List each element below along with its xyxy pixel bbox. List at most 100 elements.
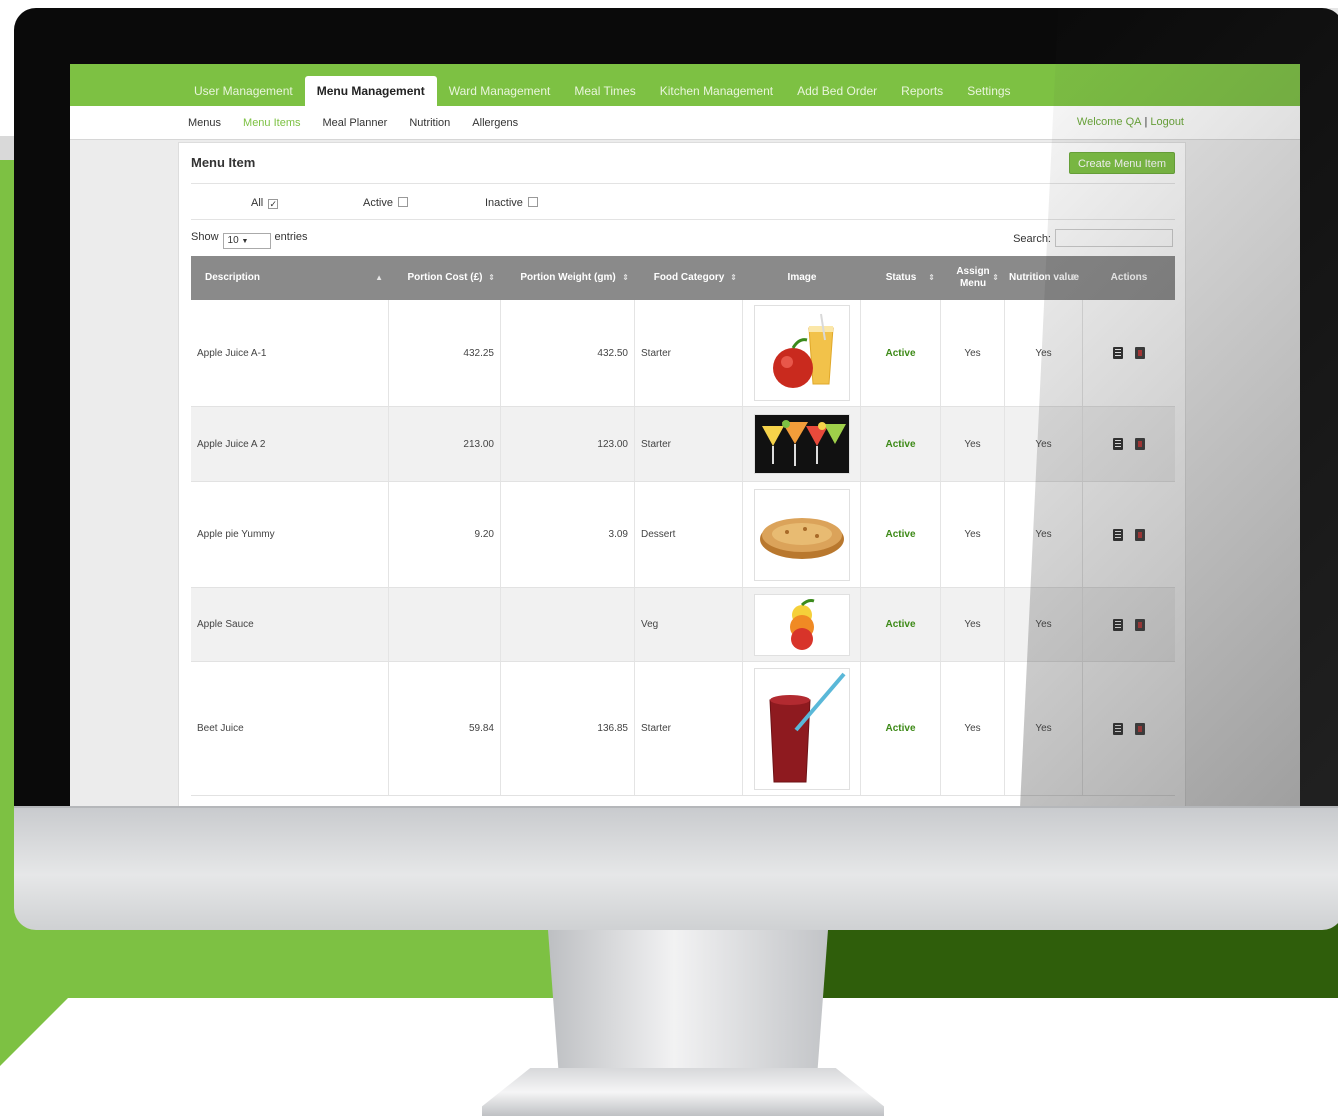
delete-icon[interactable]: [1135, 722, 1145, 735]
subnav-allergens[interactable]: Allergens: [472, 117, 518, 129]
cell-food-category: Starter: [635, 662, 743, 795]
apple-pie-icon: [759, 517, 844, 559]
cell-portion-weight: [501, 588, 635, 661]
header-portion-weight[interactable]: Portion Weight (gm) ⇕: [501, 256, 635, 300]
filter-active-label: Active: [363, 197, 393, 209]
entries-label: entries: [274, 231, 308, 243]
table-row[interactable]: Apple Juice A 2 213.00 123.00 Starter Ac…: [191, 407, 1175, 482]
cell-actions: [1083, 407, 1175, 481]
menu-item-panel: Menu Item Create Menu Item All ✓ Active I…: [178, 142, 1186, 806]
header-food-category[interactable]: Food Category ⇕: [635, 256, 743, 300]
cell-assign-menu: Yes: [941, 407, 1005, 481]
cocktails-image: [753, 414, 850, 474]
tab-add-bed-order[interactable]: Add Bed Order: [785, 76, 889, 106]
edit-icon[interactable]: [1113, 528, 1123, 541]
apple-juice-image: [753, 305, 850, 401]
cell-food-category: Starter: [635, 300, 743, 406]
cell-portion-cost: [389, 588, 501, 661]
cell-portion-cost: 59.84: [389, 662, 501, 795]
filter-inactive-checkbox[interactable]: [527, 197, 538, 207]
apple-pie-image: [753, 488, 850, 581]
cell-nutrition: Yes: [1005, 300, 1083, 406]
chevron-down-icon: ▼: [241, 238, 249, 245]
header-actions: Actions: [1083, 256, 1175, 300]
header-status[interactable]: Status ⇕: [861, 256, 941, 300]
sort-icon: ⇕: [488, 273, 495, 282]
cell-image: [743, 407, 861, 481]
edit-icon[interactable]: [1113, 618, 1123, 631]
table-row[interactable]: Apple Juice A-1 432.25 432.50 Starter Ac…: [191, 300, 1175, 407]
status-badge: Active: [885, 619, 916, 630]
background-green-slash: [0, 996, 70, 1066]
tab-kitchen-management[interactable]: Kitchen Management: [648, 76, 785, 106]
tab-menu-management[interactable]: Menu Management: [304, 76, 437, 106]
sort-icon: ⇕: [928, 273, 935, 282]
subnav-nutrition[interactable]: Nutrition: [409, 117, 450, 129]
delete-icon[interactable]: [1135, 438, 1145, 450]
table-row[interactable]: Apple pie Yummy 9.20 3.09 Dessert Active…: [191, 482, 1175, 588]
top-navigation: User Management Menu Management Ward Man…: [70, 64, 1300, 106]
status-filters: All ✓ Active Inactive: [191, 193, 1175, 217]
header-nutrition-value[interactable]: Nutrition value ⇕: [1005, 256, 1083, 300]
edit-icon[interactable]: [1113, 347, 1123, 359]
header-assign-menu[interactable]: Assign Menu ⇕: [941, 256, 1005, 300]
cell-status: Active: [861, 588, 941, 661]
status-badge: Active: [885, 529, 916, 540]
cell-portion-weight: 123.00: [501, 407, 635, 481]
filter-active[interactable]: Active: [363, 197, 408, 209]
cell-image: [743, 588, 861, 661]
header-nutrition-value-label: Nutrition value: [1009, 272, 1080, 283]
cell-description: Apple Sauce: [191, 588, 389, 661]
sort-asc-icon: ▲: [375, 273, 383, 282]
table-row[interactable]: Apple Sauce Veg Active Yes Yes: [191, 588, 1175, 662]
menu-items-table: Description ▲ Portion Cost (£) ⇕ Portion W…: [191, 256, 1175, 796]
edit-icon[interactable]: [1113, 438, 1123, 450]
cell-nutrition: Yes: [1005, 662, 1083, 795]
search-area: Search:: [1013, 229, 1173, 247]
table-row[interactable]: Beet Juice 59.84 136.85 Starter Active Y…: [191, 662, 1175, 796]
cell-assign-menu: Yes: [941, 300, 1005, 406]
cell-portion-cost: 9.20: [389, 482, 501, 587]
tab-settings[interactable]: Settings: [955, 76, 1022, 106]
entries-select[interactable]: 10 ▼: [222, 233, 271, 249]
cell-description: Apple pie Yummy: [191, 482, 389, 587]
filter-active-checkbox[interactable]: [397, 197, 408, 207]
cell-assign-menu: Yes: [941, 588, 1005, 661]
header-description[interactable]: Description ▲: [191, 256, 389, 300]
cell-actions: [1083, 300, 1175, 406]
edit-icon[interactable]: [1113, 722, 1123, 735]
apple-juice-icon: [772, 313, 834, 388]
cell-nutrition: Yes: [1005, 588, 1083, 661]
subnav-menus[interactable]: Menus: [188, 117, 221, 129]
sort-icon: ⇕: [1070, 273, 1077, 282]
delete-icon[interactable]: [1135, 347, 1145, 359]
cell-status: Active: [861, 407, 941, 481]
delete-icon[interactable]: [1135, 528, 1145, 541]
subnav-meal-planner[interactable]: Meal Planner: [323, 117, 388, 129]
tab-meal-times[interactable]: Meal Times: [562, 76, 647, 106]
filter-all[interactable]: All ✓: [251, 197, 279, 209]
header-portion-cost[interactable]: Portion Cost (£) ⇕: [389, 256, 501, 300]
cell-status: Active: [861, 300, 941, 406]
cell-assign-menu: Yes: [941, 662, 1005, 795]
search-input[interactable]: [1055, 229, 1173, 247]
tab-reports[interactable]: Reports: [889, 76, 955, 106]
cell-image: [743, 662, 861, 795]
create-menu-item-button[interactable]: Create Menu Item: [1068, 152, 1175, 174]
delete-icon[interactable]: [1135, 618, 1145, 631]
entries-select-value: 10: [227, 235, 239, 246]
tab-ward-management[interactable]: Ward Management: [437, 76, 563, 106]
status-badge: Active: [885, 438, 916, 450]
cell-portion-cost: 213.00: [389, 407, 501, 481]
filter-all-checkbox[interactable]: ✓: [268, 199, 279, 209]
logout-link[interactable]: Logout: [1150, 116, 1184, 128]
cell-food-category: Veg: [635, 588, 743, 661]
header-image: Image: [743, 256, 861, 300]
subnav-menu-items[interactable]: Menu Items: [243, 117, 300, 129]
cell-description: Apple Juice A 2: [191, 407, 389, 481]
cell-food-category: Dessert: [635, 482, 743, 587]
tab-user-management[interactable]: User Management: [182, 76, 305, 106]
monitor-screen: User Management Menu Management Ward Man…: [70, 64, 1300, 806]
cell-actions: [1083, 662, 1175, 795]
filter-inactive[interactable]: Inactive: [485, 197, 538, 209]
